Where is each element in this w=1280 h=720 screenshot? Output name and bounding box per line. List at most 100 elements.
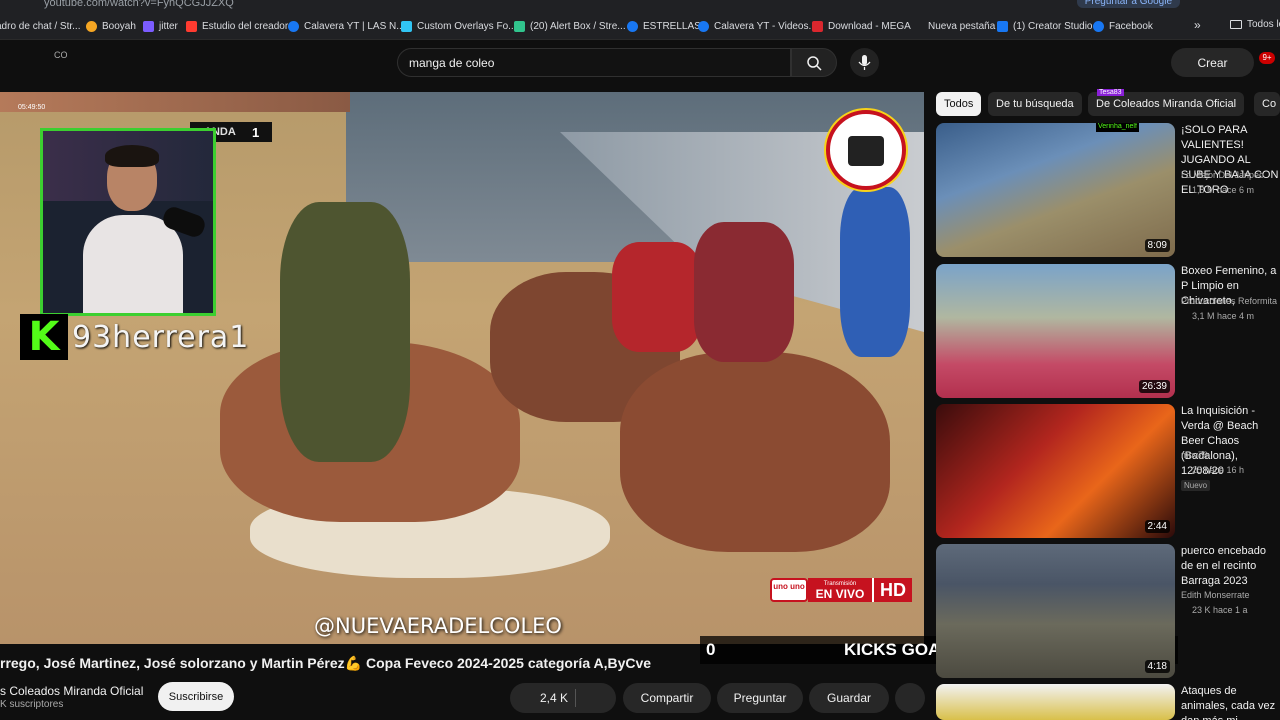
chip-all[interactable]: Todos	[936, 92, 982, 116]
like-button[interactable]: 2,4 K	[510, 683, 616, 713]
chip-from-search[interactable]: De tu búsqueda	[988, 92, 1082, 116]
ask-button[interactable]: Preguntar	[717, 683, 803, 713]
bookmark-item[interactable]: ESTRELLAS	[627, 19, 701, 33]
bookmarks-bar: adro de chat / Str... Booyah jitter Estu…	[0, 12, 1280, 40]
search-value: manga de coleo	[409, 56, 495, 70]
bookmark-item[interactable]: Calavera YT - Videos...	[698, 19, 817, 33]
bookmark-label: Booyah	[102, 20, 136, 32]
recommendation-item[interactable]: Verinha_nelf 8:09 ¡SOLO PARA VALIENTES! …	[936, 123, 1280, 257]
goal-current: 0	[706, 640, 716, 659]
federation-logo-emblem	[848, 136, 884, 166]
video-thumbnail[interactable]	[936, 684, 1175, 720]
bookmark-item[interactable]: Booyah	[86, 19, 136, 33]
bookmark-label: (1) Creator Studio	[1013, 20, 1093, 32]
creator-studio-icon	[997, 20, 1008, 32]
recommendation-title: Ataques de animales, cada vez dan más mi	[1181, 685, 1276, 720]
video-player[interactable]: 05:49:50 ANDA 1 K 93herrera1 uno uno Tra…	[0, 92, 924, 644]
bookmark-item[interactable]: Nueva pestaña	[928, 19, 995, 33]
tv-live-label: Transmisión EN VIVO	[808, 578, 872, 602]
save-button[interactable]: Guardar	[809, 683, 889, 713]
video-thumbnail[interactable]: 4:18	[936, 544, 1175, 678]
country-code: CO	[54, 50, 68, 60]
voice-search-button[interactable]	[850, 48, 879, 77]
all-bookmarks-folder[interactable]: Todos lo	[1230, 19, 1280, 30]
booyah-icon	[86, 20, 97, 32]
alert-overlay-tag: Tesa83	[1097, 89, 1124, 96]
streamer-hair	[105, 145, 159, 167]
federation-logo-icon	[826, 110, 906, 190]
chevron-right-icon[interactable]: »	[1194, 18, 1201, 32]
streamer-figure	[83, 145, 183, 313]
bookmark-item[interactable]: jitter	[143, 19, 178, 33]
channel-watermark: @NUEVAERADELCOLEO	[314, 614, 562, 638]
video-duration: 4:18	[1144, 660, 1170, 673]
recommendation-channel: Lo Mejor Del Jaripeo	[1181, 170, 1265, 180]
streamer-webcam	[40, 128, 216, 316]
thumbnail-overlay-tag: Verinha_nelf	[1096, 123, 1139, 132]
more-actions-button[interactable]	[895, 683, 925, 713]
video-title-row: rrego, José Martinez, José solorzano y M…	[0, 648, 700, 676]
video-title: rrego, José Martinez, José solorzano y M…	[0, 655, 652, 671]
url-text[interactable]: youtube.com/watch?v=FyhQCGJJZXQ	[44, 0, 234, 9]
url-bar[interactable]: youtube.com/watch?v=FyhQCGJJZXQ Pregunta…	[0, 0, 1280, 12]
video-top-hud	[0, 92, 350, 112]
chip-label: Todos	[944, 98, 974, 110]
share-button[interactable]: Compartir	[623, 683, 711, 713]
recommendation-meta: 25 hace 16 h	[1192, 465, 1245, 475]
notification-badge[interactable]: 9+	[1259, 52, 1275, 64]
streamer-body	[83, 215, 183, 313]
create-label: Crear	[1197, 55, 1228, 70]
mega-icon	[812, 20, 823, 32]
recommendation-channel: mnv79	[1181, 450, 1209, 460]
video-thumbnail[interactable]: Verinha_nelf 8:09	[936, 123, 1175, 257]
chip-more[interactable]: Co	[1254, 92, 1280, 116]
bookmark-item[interactable]: (1) Creator Studio	[997, 19, 1092, 33]
bookmark-item[interactable]: (20) Alert Box / Stre...	[514, 19, 626, 33]
bookmark-label: Custom Overlays Fo...	[417, 20, 517, 32]
tv-brand-logo: uno uno	[770, 578, 808, 602]
bookmark-item[interactable]: Calavera YT | LAS N...	[288, 19, 405, 33]
new-badge: Nuevo	[1181, 480, 1211, 491]
bookmark-label: adro de chat / Str...	[0, 20, 81, 32]
bookmark-item[interactable]: Custom Overlays Fo...	[401, 19, 516, 33]
video-hud-time: 05:49:50	[18, 104, 46, 111]
bookmark-label: ESTRELLAS	[643, 20, 701, 32]
ask-google-button[interactable]: Preguntar a Google	[1076, 0, 1180, 8]
kick-logo-icon: K	[20, 314, 68, 360]
channel-name[interactable]: s Coleados Miranda Oficial	[0, 684, 143, 698]
like-count: 2,4 K	[540, 691, 569, 705]
search-button[interactable]	[791, 48, 837, 77]
bookmark-item[interactable]: Download - MEGA	[812, 19, 911, 33]
rider-figure	[694, 222, 794, 362]
bookmark-item[interactable]: Estudio del creador	[186, 19, 288, 33]
folder-icon	[1230, 20, 1242, 29]
facebook-icon	[288, 20, 299, 32]
ask-label: Preguntar	[733, 691, 787, 705]
recommendation-item[interactable]: 2:44 La Inquisición - Verda @ Beach Beer…	[936, 404, 1280, 538]
create-button[interactable]: Crear	[1171, 48, 1254, 77]
chip-label: De tu búsqueda	[996, 98, 1074, 110]
jitter-icon	[143, 20, 154, 32]
bookmark-item[interactable]: adro de chat / Str...	[0, 19, 81, 33]
recommendation-meta: 3,1 M hace 4 m	[1192, 311, 1255, 321]
tv-live-text: EN VIVO	[815, 586, 865, 601]
youtube-header: CO manga de coleo Crear 9+	[0, 40, 1280, 88]
video-thumbnail[interactable]: 2:44	[936, 404, 1175, 538]
share-label: Compartir	[640, 691, 694, 705]
bookmark-label: jitter	[159, 20, 178, 32]
kick-username: 93herrera1	[72, 320, 250, 355]
recommendation-item[interactable]: 26:39 Boxeo Femenino, a P Limpio en Chiv…	[936, 264, 1280, 398]
score-value: 1	[252, 125, 260, 140]
streamelements-icon	[514, 20, 525, 32]
bookmark-item[interactable]: Facebook	[1093, 19, 1153, 33]
facebook-icon	[698, 20, 709, 32]
video-duration: 8:09	[1144, 239, 1170, 252]
bookmark-label: Facebook	[1109, 20, 1153, 32]
bookmark-label: Calavera YT | LAS N...	[304, 20, 405, 32]
subscribe-button[interactable]: Suscribirse	[158, 682, 234, 711]
search-input[interactable]: manga de coleo	[397, 48, 791, 77]
video-thumbnail[interactable]: 26:39	[936, 264, 1175, 398]
facebook-icon	[627, 20, 638, 32]
recommendation-item[interactable]: 4:18 puerco encebado de en el recinto Ba…	[936, 544, 1280, 678]
recommendation-item[interactable]: Ataques de animales, cada vez dan más mi	[936, 684, 1280, 720]
